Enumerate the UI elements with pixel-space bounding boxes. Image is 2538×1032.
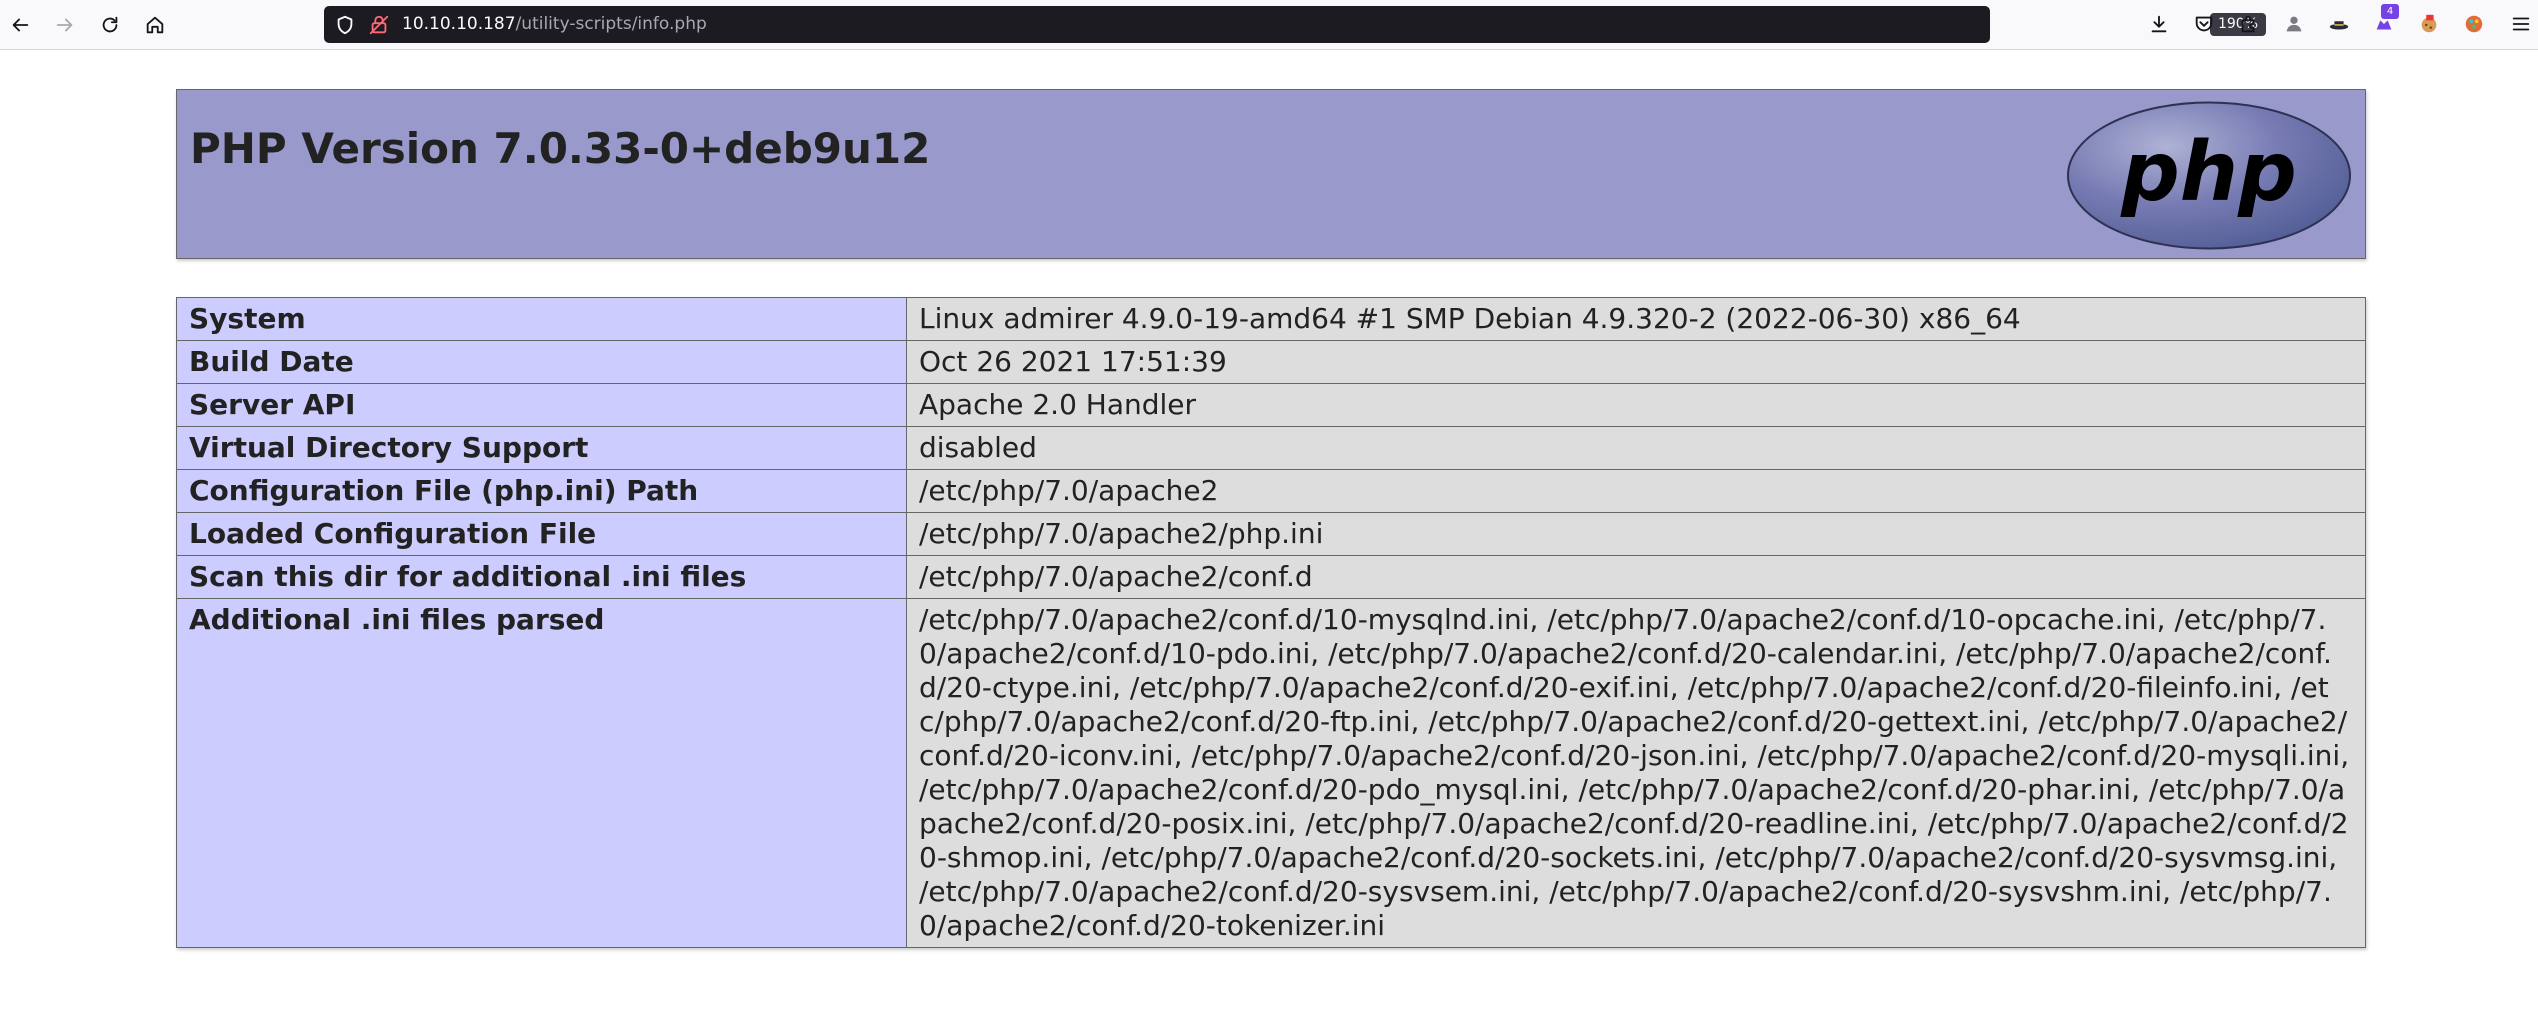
php-logo-text: php (2120, 125, 2297, 220)
hat-icon (2329, 21, 2349, 30)
palette-icon (2465, 15, 2483, 33)
pocket-button[interactable] (2191, 11, 2217, 37)
url-path: /utility-scripts/info.php (515, 14, 707, 34)
url-text[interactable]: 10.10.10.187/utility-scripts/info.php (402, 6, 707, 43)
back-button[interactable] (4, 9, 36, 41)
extension-spy-button[interactable] (2281, 11, 2307, 37)
forward-button[interactable] (49, 9, 81, 41)
reload-icon (102, 16, 118, 33)
table-row: Virtual Directory Support disabled (176, 426, 2366, 470)
row-key: Scan this dir for additional .ini files (176, 555, 907, 599)
downloads-button[interactable] (2146, 11, 2172, 37)
insecure-lock-icon[interactable] (368, 14, 390, 36)
row-key: Server API (176, 383, 907, 427)
home-icon (146, 16, 164, 34)
app-menu-button[interactable] (2508, 11, 2534, 37)
home-button[interactable] (139, 9, 171, 41)
arrow-left-icon (12, 18, 29, 32)
table-row: Build Date Oct 26 2021 17:51:39 (176, 340, 2366, 384)
table-row: Additional .ini files parsed/etc/php/7.0… (176, 598, 2366, 948)
table-row: Scan this dir for additional .ini files /… (176, 555, 2366, 599)
row-key: Loaded Configuration File (176, 512, 907, 556)
table-row: Loaded Configuration File/etc/php/7.0/ap… (176, 512, 2366, 556)
extensions-button[interactable] (2236, 11, 2262, 37)
row-value: /etc/php/7.0/apache2/conf.d (906, 555, 2366, 599)
row-key: System (176, 297, 907, 341)
row-key: Additional .ini files parsed (176, 598, 907, 948)
row-key: Configuration File (php.ini) Path (176, 469, 907, 513)
page-title: PHP Version 7.0.33-0+deb9u12 (190, 124, 931, 173)
table-row: Configuration File (php.ini) Path/etc/ph… (176, 469, 2366, 513)
extension-cookie-button[interactable] (2416, 11, 2442, 37)
shield-icon[interactable] (334, 14, 356, 36)
row-value: /etc/php/7.0/apache2 (906, 469, 2366, 513)
puzzle-icon (2241, 15, 2255, 33)
row-value: Oct 26 2021 17:51:39 (906, 340, 2366, 384)
row-value: Apache 2.0 Handler (906, 383, 2366, 427)
notification-badge: 4 (2381, 4, 2399, 19)
extension-hat-button[interactable] (2326, 11, 2352, 37)
php-info-table: System Linux admirer 4.9.0-19-amd64 #1 SM… (176, 297, 2366, 948)
pocket-icon (2195, 16, 2213, 32)
row-key: Virtual Directory Support (176, 426, 907, 470)
reload-button[interactable] (94, 9, 126, 41)
php-logo[interactable]: php (2066, 100, 2352, 251)
url-host: 10.10.10.187 (402, 14, 516, 34)
row-key: Build Date (176, 340, 907, 384)
table-row: System Linux admirer 4.9.0-19-amd64 #1 SM… (176, 297, 2366, 341)
row-value: Linux admirer 4.9.0-19-amd64 #1 SMP Debi… (906, 297, 2366, 341)
url-bar[interactable]: 10.10.10.187/utility-scripts/info.php 19… (324, 6, 2304, 43)
cookie-editor-icon (2421, 14, 2437, 33)
row-value: /etc/php/7.0/apache2/php.ini (906, 512, 2366, 556)
row-value: disabled (906, 426, 2366, 470)
browser-toolbar: 10.10.10.187/utility-scripts/info.php 19… (0, 0, 2538, 50)
php-version-header: PHP Version 7.0.33-0+deb9u12 php (176, 89, 2366, 259)
arrow-right-icon (56, 18, 73, 32)
spy-icon (2286, 16, 2302, 32)
table-row: Server API Apache 2.0 Handler (176, 383, 2366, 427)
download-icon (2151, 15, 2167, 33)
hamburger-menu-icon (2512, 17, 2530, 31)
row-value: /etc/php/7.0/apache2/conf.d/10-mysqlnd.i… (906, 598, 2366, 948)
extension-wappalyzer-button[interactable] (2461, 11, 2487, 37)
